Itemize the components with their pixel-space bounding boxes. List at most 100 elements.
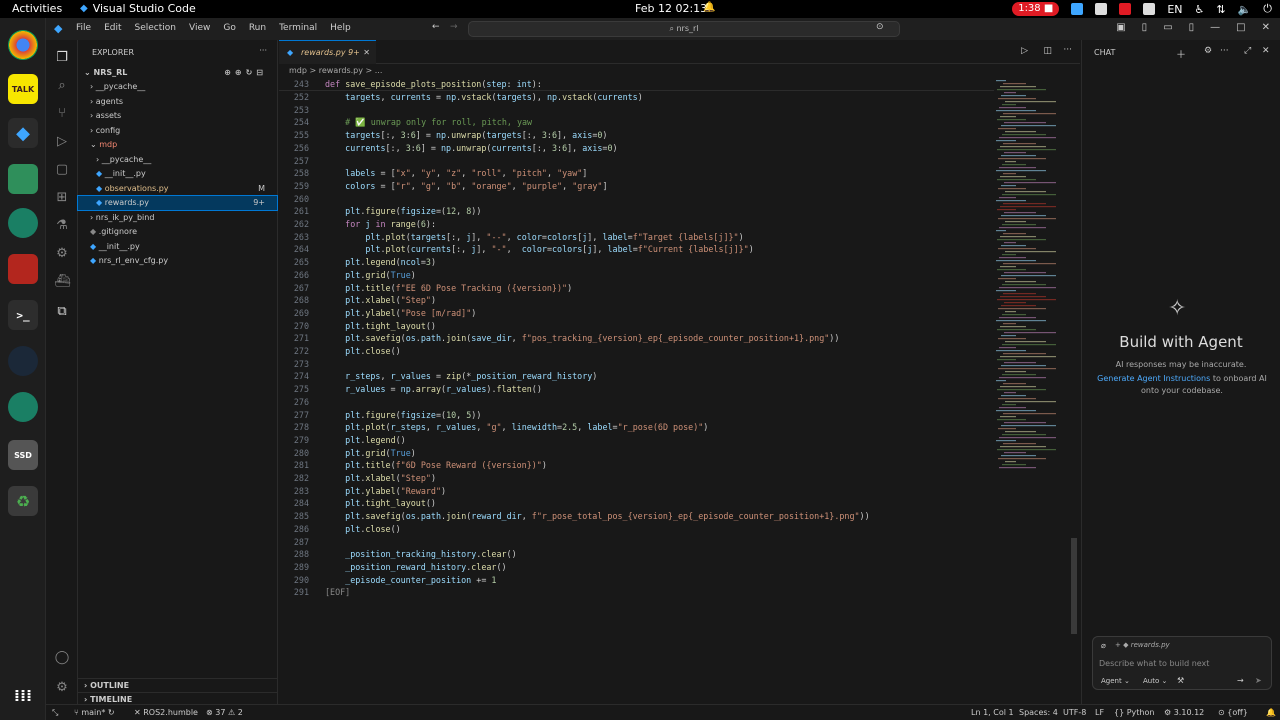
tree-item[interactable]: › config (78, 124, 277, 138)
manage-gear-icon[interactable]: ⚙ (54, 680, 70, 696)
root-folder[interactable]: ⌄ NRS_RL ⊕⊕↻⊟ (78, 66, 277, 80)
forward-arrow-icon[interactable]: → (450, 22, 458, 32)
kakaotalk-icon[interactable]: TALK (8, 74, 38, 104)
menu-view[interactable]: View (189, 23, 210, 33)
close-window-icon[interactable]: ✕ (1262, 22, 1270, 33)
delegate-arrow-icon[interactable]: → (1237, 676, 1244, 685)
indentation[interactable]: Spaces: 4 (1019, 705, 1058, 720)
tree-item[interactable]: ◆ nrs_rl_env_cfg.py (78, 254, 277, 268)
sticky-scroll-line[interactable]: 243 def save_episode_plots_position(step:… (279, 78, 994, 91)
tree-item[interactable]: › __pycache__ (78, 153, 277, 167)
activities-button[interactable]: Activities (12, 2, 62, 15)
menu-terminal[interactable]: Terminal (279, 23, 317, 33)
explorer-more-icon[interactable]: ··· (259, 46, 267, 55)
back-arrow-icon[interactable]: ← (432, 22, 440, 32)
power-icon[interactable]: ⏻ (1263, 2, 1272, 16)
ros-indicator[interactable]: ✕ ROS2.humble (134, 705, 198, 720)
minimap[interactable] (994, 78, 1070, 478)
docker-icon[interactable]: ⛴ (54, 274, 71, 290)
drive-icon[interactable]: SSD (8, 440, 38, 470)
tray-app-icon-4[interactable] (1143, 3, 1156, 15)
split-editor-icon[interactable]: ◫ (1043, 46, 1052, 56)
app-icon-red[interactable] (8, 254, 38, 284)
copilot-status[interactable]: ⊙ {off} (1218, 705, 1248, 720)
run-python-icon[interactable]: ▷ (1021, 46, 1028, 56)
explorer-icon[interactable]: ❐ (54, 50, 70, 66)
generate-instructions-link[interactable]: Generate Agent Instructions (1097, 374, 1210, 383)
tree-item[interactable]: ◆ rewards.py 9+ (77, 195, 278, 211)
remote-explorer-icon[interactable]: ▢ (54, 162, 70, 178)
problems-indicator[interactable]: ⊗ 37 ⚠ 2 (206, 705, 243, 720)
close-chat-icon[interactable]: ✕ (1262, 46, 1270, 56)
outline-section[interactable]: › OUTLINE (78, 678, 277, 692)
toggle-secondary-sidebar-icon[interactable]: ▯ (1189, 22, 1195, 33)
context-file-chip[interactable]: + ◆ rewards.py (1115, 641, 1170, 649)
tree-item[interactable]: ⌄ mdp (78, 138, 277, 152)
toggle-sidebar-icon[interactable]: ▯ (1142, 22, 1148, 33)
volume-icon[interactable]: 🔈 (1238, 3, 1252, 16)
network-icon[interactable]: ⇅ (1216, 3, 1225, 16)
code-editor[interactable]: 243 def save_episode_plots_position(step:… (279, 78, 994, 698)
eol[interactable]: LF (1095, 705, 1104, 720)
chat-more-icon[interactable]: ··· (1220, 46, 1229, 56)
terminal-icon[interactable]: >_ (8, 300, 38, 330)
accessibility-icon[interactable]: ♿ (1195, 3, 1205, 16)
tray-app-icon[interactable] (1071, 3, 1084, 15)
vscode-dock-icon[interactable]: ◆ (8, 118, 38, 148)
chat-input[interactable]: Describe what to build next (1099, 659, 1209, 668)
tray-app-icon-2[interactable] (1095, 3, 1108, 15)
tree-item[interactable]: ◆ .gitignore (78, 225, 277, 239)
branch-indicator[interactable]: ⑂ main* ↻ (74, 705, 115, 720)
menu-file[interactable]: File (76, 23, 91, 33)
extensions-icon[interactable]: ⊞ (54, 190, 70, 206)
close-tab-icon[interactable]: ✕ (363, 41, 370, 65)
editor-scrollbar[interactable] (1070, 78, 1078, 634)
scrollbar-thumb[interactable] (1071, 538, 1077, 634)
account-icon[interactable]: ◯ (54, 650, 70, 666)
app-icon-green[interactable] (8, 208, 38, 238)
steam-icon[interactable] (8, 346, 38, 376)
mode-dropdown[interactable]: Agent ⌄ (1101, 677, 1130, 685)
copilot-icon[interactable]: ⊙ (876, 22, 884, 32)
source-control-icon[interactable]: ⑂ (54, 106, 70, 122)
app-icon-teal[interactable] (8, 392, 38, 422)
app-menu[interactable]: ◆ Visual Studio Code (80, 2, 196, 15)
show-apps-icon[interactable]: ⁞⁞⁞ (8, 680, 38, 710)
tab-rewards-py[interactable]: ◆ rewards.py 9+ ✕ (279, 40, 376, 64)
recording-indicator[interactable]: 1:38 ■ (1012, 2, 1060, 16)
maximize-chat-icon[interactable]: ⤢ (1244, 46, 1251, 56)
remote-indicator-icon[interactable]: ⤡ (52, 705, 58, 720)
clock[interactable]: Feb 12 02:13 (635, 2, 707, 15)
model-dropdown[interactable]: Auto ⌄ (1143, 677, 1167, 685)
menu-help[interactable]: Help (330, 23, 351, 33)
menu-run[interactable]: Run (249, 23, 266, 33)
tree-item[interactable]: › agents (78, 95, 277, 109)
trash-icon[interactable]: ♻ (8, 486, 38, 516)
language-mode[interactable]: {} Python (1114, 705, 1154, 720)
tree-item[interactable]: ◆ observations.py M (78, 182, 277, 196)
copy-files-icon[interactable]: ⧉ (54, 304, 70, 320)
editor-more-icon[interactable]: ··· (1063, 45, 1072, 55)
chat-history-icon[interactable]: ⚙ (1204, 46, 1212, 56)
new-chat-icon[interactable]: ＋ (1176, 46, 1186, 61)
run-debug-icon[interactable]: ▷ (54, 134, 70, 150)
cursor-position[interactable]: Ln 1, Col 1 (971, 705, 1014, 720)
tray-app-icon-3[interactable] (1119, 3, 1132, 15)
send-icon[interactable]: ➤ (1255, 676, 1262, 685)
search-view-icon[interactable]: ⌕ (54, 78, 70, 94)
tree-item[interactable]: › __pycache__ (78, 80, 277, 94)
chrome-icon[interactable] (8, 30, 38, 60)
menu-edit[interactable]: Edit (104, 23, 121, 33)
minimize-icon[interactable]: — (1210, 22, 1220, 33)
encoding[interactable]: UTF-8 (1063, 705, 1086, 720)
tools-icon[interactable]: ⚒ (1177, 676, 1184, 685)
command-center-search[interactable]: ⌕ nrs_rl (468, 21, 900, 37)
attach-icon[interactable]: ⌀ (1101, 641, 1106, 650)
tree-item[interactable]: ◆ __init__.py (78, 240, 277, 254)
tree-item[interactable]: › assets (78, 109, 277, 123)
tree-item[interactable]: ◆ __init__.py (78, 167, 277, 181)
language-indicator[interactable]: EN (1167, 3, 1182, 16)
layout-icon[interactable]: ▣ (1116, 22, 1125, 33)
breadcrumb[interactable]: mdp > rewards.py > ... (279, 64, 1080, 78)
notifications-icon[interactable]: 🔔 (1266, 705, 1276, 720)
